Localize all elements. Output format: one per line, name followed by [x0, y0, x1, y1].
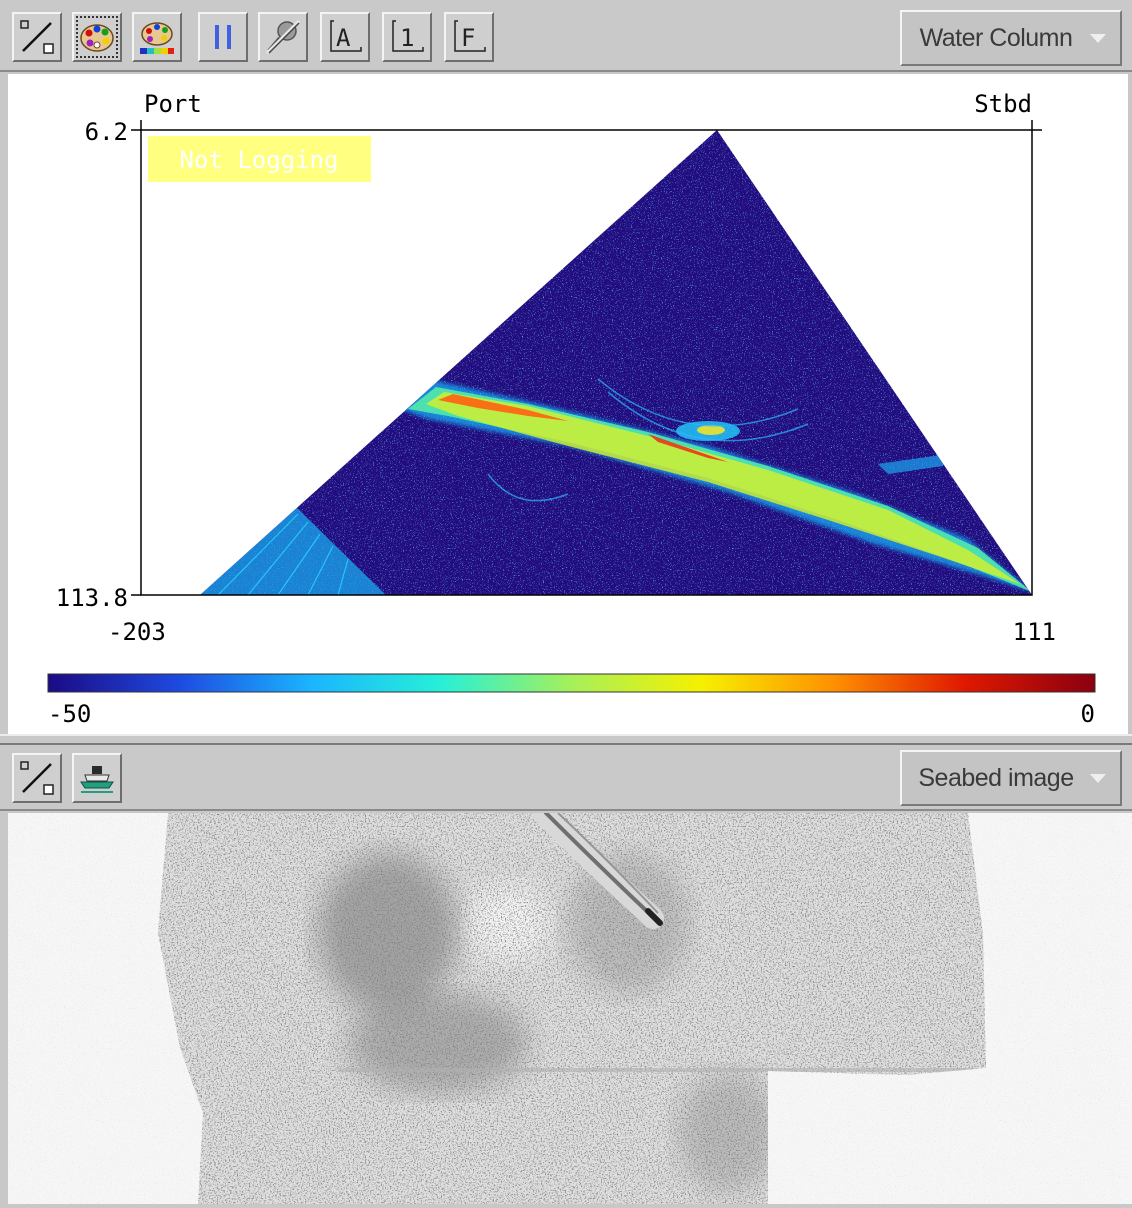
water-column-panel: Not Logging Port Stbd 6.2 113.8 -203 111… — [8, 74, 1128, 734]
seabed-mode-select[interactable]: Seabed image — [900, 750, 1122, 806]
colorbar-max-label: 0 — [1081, 700, 1095, 728]
seabed-display-toggle-button[interactable] — [12, 753, 62, 803]
across-left-label: -203 — [108, 618, 166, 646]
pause-button[interactable] — [198, 12, 248, 62]
stbd-label: Stbd — [974, 90, 1032, 118]
seabed-image-view[interactable] — [8, 802, 1132, 1204]
seabed-mosaic — [8, 802, 1132, 1204]
annotation-f-button[interactable]: F — [444, 12, 494, 62]
status-badge: Not Logging — [148, 136, 371, 182]
annotation-f-glyph: F — [461, 24, 475, 52]
seabed-image-panel — [8, 802, 1132, 1204]
colorbar-min-label: -50 — [48, 700, 91, 728]
bracket-1-icon: 1 — [392, 20, 424, 52]
across-right-label: 111 — [1013, 618, 1056, 646]
seabed-toolbar: Seabed image — [0, 745, 1132, 811]
bracket-a-icon: A — [330, 20, 362, 52]
slashed-tool-icon — [265, 19, 301, 55]
depth-bottom-label: 113.8 — [56, 584, 128, 612]
water-column-view[interactable]: Not Logging Port Stbd 6.2 113.8 -203 111… — [8, 74, 1128, 734]
palette-icon — [80, 24, 114, 52]
annotation-a-button[interactable]: A — [320, 12, 370, 62]
color-bar — [47, 673, 1096, 693]
bracket-f-icon: F — [454, 20, 486, 52]
depth-top-label: 6.2 — [85, 118, 128, 146]
chevron-down-icon — [1090, 773, 1106, 783]
water-column-toolbar: A 1 F Water Column — [0, 0, 1132, 72]
pause-icon — [215, 25, 231, 49]
palette-colorbar-icon — [140, 22, 174, 54]
diagonal-toggle-icon — [20, 20, 54, 54]
display-toggle-button[interactable] — [12, 12, 62, 62]
swath-fan — [200, 130, 1032, 595]
status-badge-text: Not Logging — [180, 146, 339, 174]
port-label: Port — [144, 90, 202, 118]
water-column-mode-select[interactable]: Water Column — [900, 10, 1122, 66]
palette-button[interactable] — [72, 12, 122, 62]
annotation-1-button[interactable]: 1 — [382, 12, 432, 62]
vessel-button[interactable] — [72, 753, 122, 803]
annotation-a-glyph: A — [336, 24, 351, 52]
chevron-down-icon — [1090, 33, 1106, 43]
color-scale-button[interactable] — [132, 12, 182, 62]
filter-button[interactable] — [258, 12, 308, 62]
annotation-1-glyph: 1 — [400, 24, 414, 52]
seabed-mode-label: Seabed image — [918, 763, 1074, 792]
panel-splitter[interactable] — [0, 734, 1132, 745]
diagonal-toggle-icon — [20, 761, 54, 795]
water-column-mode-label: Water Column — [919, 23, 1073, 52]
vessel-icon — [80, 766, 114, 793]
